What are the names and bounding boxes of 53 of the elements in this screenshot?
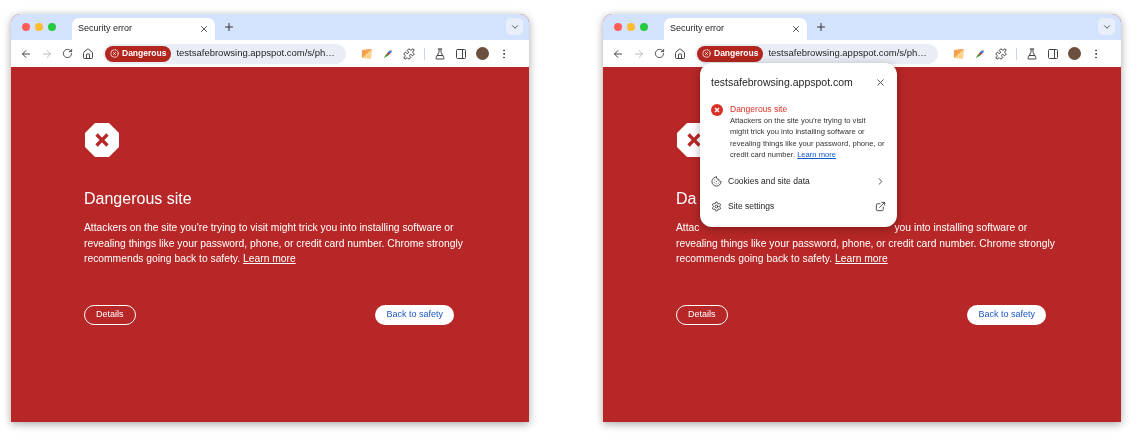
page-heading: Dangerous site	[84, 189, 192, 209]
settings-icon	[711, 200, 722, 212]
new-tab-icon[interactable]	[223, 21, 235, 33]
home-icon[interactable]	[674, 47, 686, 60]
menu-row[interactable]: Cookies and site data	[711, 170, 886, 192]
new-tab-icon[interactable]	[815, 21, 827, 33]
dangerous-badge[interactable]: Dangerous	[697, 45, 764, 62]
side-panel-icon[interactable]	[1047, 47, 1059, 60]
menu-row[interactable]: Site settings	[711, 195, 886, 217]
url-text: testsafebrowsing.appspot.com/s/ph…	[176, 46, 335, 61]
reload-icon[interactable]	[62, 48, 73, 59]
popup-title: testsafebrowsing.appspot.com	[711, 75, 853, 90]
close-tab-icon[interactable]	[199, 24, 209, 34]
description-text: revealing things like your password, phone, or credit card number. Chrome strongly	[676, 236, 1055, 251]
profile-avatar[interactable]	[1068, 47, 1081, 60]
description-text: revealing things like your password, phone, or credit card number. Chrome strongly	[84, 236, 463, 251]
dangerous-badge[interactable]: Dangerous	[105, 45, 172, 62]
description-text: Attackers on the site you're trying to visit might trick you into installing software or	[84, 221, 454, 235]
close-tab-icon[interactable]	[791, 24, 801, 34]
flask-icon[interactable]	[1026, 47, 1038, 60]
profile-avatar[interactable]	[476, 47, 489, 60]
cookie-icon	[711, 175, 722, 187]
reload-icon[interactable]	[654, 48, 665, 59]
puzzle-icon[interactable]	[995, 47, 1007, 60]
description-text: recommends going back to safety.	[84, 252, 241, 266]
back-icon[interactable]	[20, 47, 32, 60]
description-text: recommends going back to safety.	[676, 252, 833, 266]
extension-icon[interactable]	[382, 47, 394, 60]
back-to-safety-button[interactable]: Back to safety	[375, 304, 454, 325]
warning-icon	[84, 122, 120, 158]
external-link-icon	[875, 200, 886, 212]
url-text: testsafebrowsing.appspot.com/s/ph…	[768, 46, 927, 61]
browser-tab[interactable]: Security error	[664, 18, 807, 40]
error-icon	[702, 49, 711, 58]
error-icon	[110, 49, 119, 58]
page-heading: Da	[676, 189, 697, 209]
description-text: you into installing software or	[894, 221, 1028, 235]
address-bar[interactable]: Dangerous testsafebrowsing.appspot.com/s/ph…	[103, 43, 346, 64]
home-icon[interactable]	[82, 47, 94, 60]
error-icon	[711, 103, 723, 116]
extension-icon[interactable]	[974, 47, 986, 60]
puzzle-icon[interactable]	[403, 47, 415, 60]
description-text: Attac	[676, 221, 700, 235]
address-bar[interactable]: Dangerous testsafebrowsing.appspot.com/s/ph…	[695, 43, 938, 64]
side-panel-icon[interactable]	[455, 47, 467, 60]
back-to-safety-button[interactable]: Back to safety	[967, 304, 1046, 325]
close-icon[interactable]	[875, 77, 886, 89]
back-icon[interactable]	[612, 47, 624, 60]
flask-icon[interactable]	[434, 47, 446, 60]
browser-tab[interactable]: Security error	[72, 18, 215, 40]
learn-more-link[interactable]: Learn more	[835, 251, 888, 267]
learn-more-link[interactable]: Learn more	[243, 251, 296, 267]
status-heading: Dangerous site	[730, 102, 789, 115]
